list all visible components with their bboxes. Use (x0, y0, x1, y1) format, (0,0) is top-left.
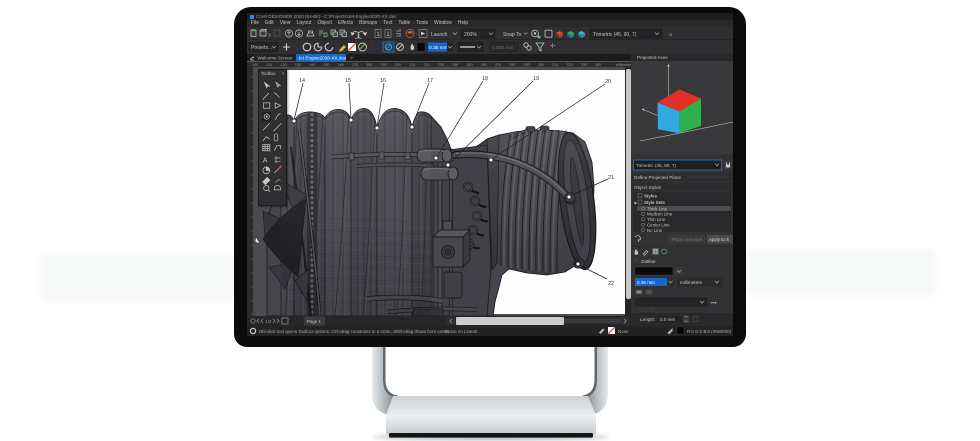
svg-text:22: 22 (608, 281, 614, 287)
svg-text:R:0 G:0 B:0 (#000000): R:0 G:0 B:0 (#000000) (687, 329, 732, 334)
svg-text:Dbl-click tool opens Toolbox o: Dbl-click tool opens Toolbox options; Ct… (259, 329, 450, 334)
svg-text:Thin Line: Thin Line (647, 217, 666, 222)
svg-text:None: None (618, 329, 629, 334)
svg-text:Style Sets: Style Sets (644, 200, 666, 205)
svg-text:0.0 mm: 0.0 mm (660, 317, 675, 322)
svg-text:No Line: No Line (647, 228, 663, 233)
svg-text:200%: 200% (464, 32, 477, 38)
svg-text:Jet Engine2020-XX.des: Jet Engine2020-XX.des (298, 55, 347, 60)
svg-text:Projected Axes: Projected Axes (637, 55, 668, 60)
svg-text:Trimetric (45, 90, 7): Trimetric (45, 90, 7) (593, 32, 637, 38)
svg-text:0.35 mm: 0.35 mm (637, 280, 655, 285)
svg-text:0.35 mm: 0.35 mm (429, 45, 448, 51)
svg-text:15: 15 (345, 78, 351, 84)
svg-text:Medium Line: Medium Line (647, 212, 673, 217)
svg-text:Page 1: Page 1 (307, 319, 321, 324)
svg-text:Styles: Styles (644, 193, 657, 198)
svg-text:Define Projected Plane: Define Projected Plane (634, 175, 681, 180)
svg-text:•••: ••• (711, 301, 717, 307)
svg-text:□ □□ □□: □ □□ □□ (639, 308, 655, 313)
svg-text:Outline: Outline (641, 259, 656, 264)
svg-text:Welcome Screen: Welcome Screen (258, 55, 293, 60)
svg-text:1: 1 (376, 32, 380, 38)
svg-text:Curve on Lineart: Curve on Lineart (445, 329, 478, 334)
svg-text:Presets...: Presets... (251, 45, 272, 51)
svg-text:Center Line: Center Line (647, 223, 670, 228)
svg-text:Snap To: Snap To (503, 32, 521, 38)
svg-text:Trimetric (45, 90, 7): Trimetric (45, 90, 7) (636, 163, 676, 168)
svg-text:Launch: Launch (431, 32, 448, 38)
svg-text:18: 18 (482, 76, 488, 82)
svg-text:Length:: Length: (640, 317, 655, 322)
svg-text:Place Selection: Place Selection (672, 237, 703, 242)
svg-text:Apply to S: Apply to S (709, 237, 729, 242)
svg-text:14: 14 (299, 78, 305, 84)
svg-text:1: 1 (386, 32, 390, 38)
svg-text:A: A (263, 156, 268, 164)
svg-text:20: 20 (605, 79, 611, 85)
svg-text:17: 17 (427, 78, 433, 84)
svg-text:1/2: 1/2 (266, 319, 272, 324)
svg-text:Object Styles: Object Styles (634, 185, 662, 190)
svg-text:Thick Line: Thick Line (647, 206, 668, 211)
svg-text:0.500 mm: 0.500 mm (492, 45, 513, 51)
svg-text:millimeters: millimeters (680, 280, 703, 285)
svg-text:»: » (669, 32, 673, 39)
svg-text:19: 19 (533, 76, 539, 82)
svg-text:16: 16 (380, 78, 386, 84)
svg-text:21: 21 (608, 175, 614, 181)
